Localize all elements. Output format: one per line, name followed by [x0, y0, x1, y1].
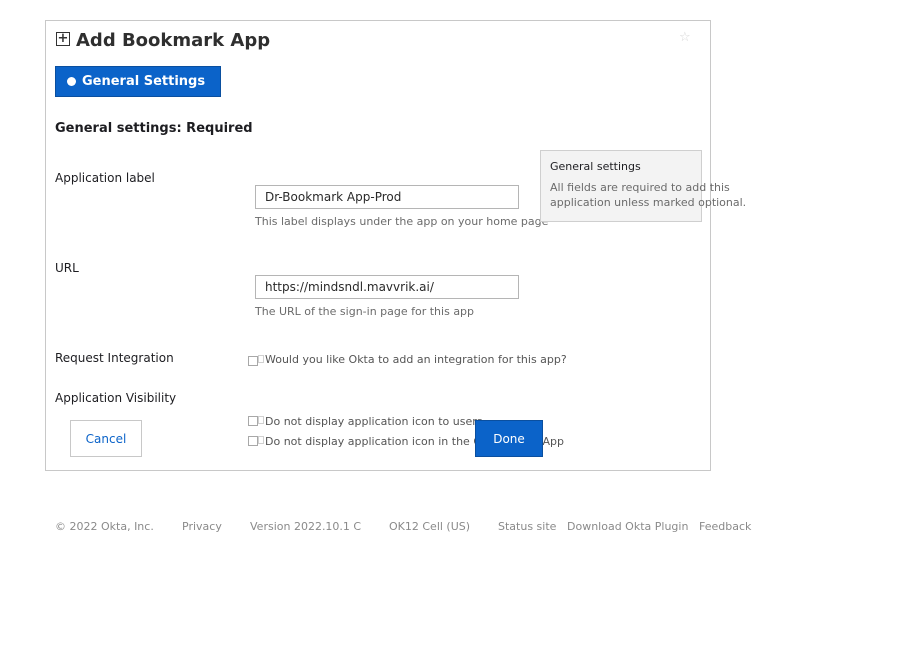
tab-label: General Settings	[82, 74, 206, 89]
request-integration-option: Would you like Okta to add an integratio…	[265, 353, 567, 366]
add-bookmark-app-dialog: + Add Bookmark App ☆ General Settings Ge…	[45, 20, 746, 471]
request-integration-checkbox-ghost	[258, 355, 264, 363]
url-label: URL	[55, 261, 79, 275]
tab-general-settings[interactable]: General Settings	[55, 66, 221, 97]
section-title: General settings: Required	[55, 121, 253, 136]
application-label-label: Application label	[55, 171, 155, 185]
application-label-value: Dr-Bookmark App-Prod	[265, 190, 402, 204]
footer-download-plugin-link[interactable]: Download Okta Plugin	[567, 520, 688, 533]
hide-icon-users-checkbox-ghost	[258, 416, 264, 424]
request-integration-label: Request Integration	[55, 351, 174, 365]
footer-cell: OK12 Cell (US)	[389, 520, 471, 533]
hide-icon-mobile-checkbox-ghost	[258, 436, 264, 444]
cancel-button[interactable]: Cancel	[70, 420, 142, 457]
footer-status-link[interactable]: Status site	[498, 520, 556, 533]
url-input[interactable]: https://mindsndl.mavvrik.ai/	[255, 275, 519, 299]
footer-copyright: © 2022 Okta, Inc.	[55, 520, 154, 533]
url-value: https://mindsndl.mavvrik.ai/	[265, 280, 434, 294]
star-icon[interactable]: ☆	[679, 30, 691, 45]
footer-feedback-link[interactable]: Feedback	[699, 520, 751, 533]
footer-version: Version 2022.10.1 C	[250, 520, 362, 533]
helpbox-body: All fields are required to add this appl…	[550, 181, 747, 209]
dialog-title: Add Bookmark App	[76, 30, 271, 51]
application-label-hint: This label displays under the app on you…	[255, 215, 549, 228]
request-integration-checkbox[interactable]	[248, 356, 258, 366]
application-visibility-label: Application Visibility	[55, 391, 177, 405]
general-settings-helpbox: General settings All fields are required…	[540, 150, 746, 222]
hide-icon-users-option: Do not display application icon to users	[265, 415, 483, 428]
footer-privacy-link[interactable]: Privacy	[182, 520, 222, 533]
tab-bullet-icon	[67, 77, 76, 86]
hide-icon-users-checkbox[interactable]	[248, 416, 258, 426]
helpbox-title: General settings	[550, 160, 641, 173]
done-button[interactable]: Done	[475, 420, 543, 457]
application-label-input[interactable]: Dr-Bookmark App-Prod	[255, 185, 519, 209]
hide-icon-mobile-checkbox[interactable]	[248, 436, 258, 446]
plus-square-icon: +	[56, 31, 70, 46]
url-hint: The URL of the sign-in page for this app	[255, 305, 475, 318]
